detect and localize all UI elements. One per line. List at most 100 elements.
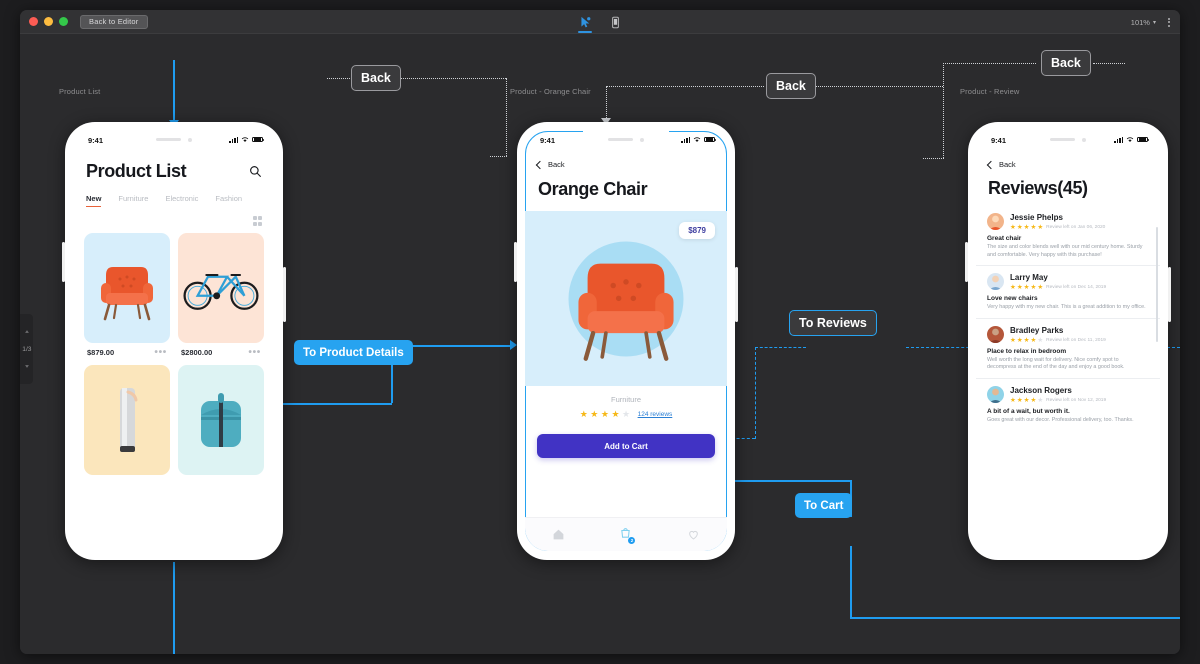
bottom-tab-bar[interactable]: 2 xyxy=(525,517,727,551)
page-up-icon[interactable] xyxy=(24,330,29,333)
back-dotted-3a xyxy=(943,63,944,158)
connector-label-to-reviews[interactable]: To Reviews xyxy=(789,310,877,336)
add-to-cart-button[interactable]: Add to Cart xyxy=(537,434,715,458)
kebab-menu-icon[interactable] xyxy=(1168,17,1170,27)
power-button xyxy=(283,267,286,322)
back-dotted-2b xyxy=(813,86,943,87)
phone-frame-product-detail[interactable]: 9:41 Back Orange Chair $879 Furniture ★ … xyxy=(514,122,738,560)
status-icons xyxy=(229,136,265,143)
reviews-link[interactable]: 124 reviews xyxy=(638,411,673,418)
tab-new[interactable]: New xyxy=(86,194,102,207)
review-title: A bit of a wait, but worth it. xyxy=(987,407,1070,415)
connector-label-back-3[interactable]: Back xyxy=(1041,50,1091,76)
zoom-level[interactable]: 101% xyxy=(1131,18,1150,27)
app-window: Back to Editor 101% ▾ 1/3 Product List P… xyxy=(20,10,1180,654)
product-card-4[interactable] xyxy=(178,364,264,475)
status-icons xyxy=(681,136,717,143)
back-dotted-1d xyxy=(490,156,507,157)
speaker-icon xyxy=(1050,137,1075,142)
tab-electronic[interactable]: Electronic xyxy=(165,194,198,207)
home-icon[interactable] xyxy=(552,528,565,541)
product-price: $879.00 xyxy=(87,347,115,357)
flow-line-cart-d xyxy=(850,617,1180,619)
star-icon: ★ xyxy=(611,409,620,419)
review-rating: ★ ★ ★ ★ ★ xyxy=(1010,284,1044,291)
category-tabs[interactable]: New Furniture Electronic Fashion xyxy=(73,182,275,207)
connector-label-to-details[interactable]: To Product Details xyxy=(294,340,413,365)
silver-thermos-icon xyxy=(120,387,138,452)
review-item[interactable]: Jessie Phelps ★ ★ ★ ★ ★ Review left on Jan 0… xyxy=(976,206,1160,266)
notch xyxy=(583,131,669,148)
product-menu-icon[interactable]: ••• xyxy=(154,347,167,357)
back-dotted-2c xyxy=(606,86,607,120)
connector-label-to-cart[interactable]: To Cart xyxy=(795,493,853,518)
review-item[interactable]: Larry May ★ ★ ★ ★ ★ Review left on Dec 14, 2… xyxy=(976,266,1160,319)
review-body: Goes great with our decor. Professional … xyxy=(987,416,1134,423)
status-icons xyxy=(1114,136,1150,143)
chevron-left-icon xyxy=(986,160,996,169)
chevron-left-icon xyxy=(535,160,545,169)
page-down-icon[interactable] xyxy=(24,365,29,368)
product-card-1[interactable]: $879.00 ••• xyxy=(84,232,170,357)
title-bar: Back to Editor 101% ▾ xyxy=(20,10,1180,34)
heart-icon[interactable] xyxy=(687,528,700,541)
screen-reviews[interactable]: 9:41 Back Reviews(45) Jessie Phelps ★ ★ … xyxy=(976,131,1160,551)
review-rating: ★ ★ ★ ★ ★ xyxy=(1010,336,1044,344)
signal-icon xyxy=(1114,136,1123,143)
back-to-editor-button[interactable]: Back to Editor xyxy=(80,14,148,29)
scrollbar[interactable] xyxy=(1156,227,1158,342)
back-dotted-3d xyxy=(923,158,944,159)
cursor-icon[interactable] xyxy=(577,14,593,33)
window-controls[interactable] xyxy=(20,17,68,26)
screen-product-list[interactable]: 9:41 Product List New Furniture Electron… xyxy=(73,131,275,551)
connector-label-back-1[interactable]: Back xyxy=(351,65,401,91)
product-category: Furniture xyxy=(610,395,641,404)
rating-row[interactable]: ★ ★ ★ ★ ★ 124 reviews xyxy=(525,404,727,419)
price-badge: $879 xyxy=(679,222,715,239)
grid-view-icon[interactable] xyxy=(252,216,262,226)
review-item[interactable]: Bradley Parks ★ ★ ★ ★ ★ Review left on Dec 1… xyxy=(976,319,1160,379)
product-card-2[interactable]: $2800.00 ••• xyxy=(178,232,264,357)
status-time: 9:41 xyxy=(991,136,1007,145)
review-body: Well worth the long wait for delivery. N… xyxy=(987,356,1125,371)
connector-label-back-2[interactable]: Back xyxy=(766,73,816,99)
tab-furniture[interactable]: Furniture xyxy=(118,194,148,207)
status-bar: 9:41 xyxy=(525,131,727,153)
battery-icon xyxy=(1137,136,1150,143)
page-title: Product List xyxy=(86,161,187,181)
tab-fashion[interactable]: Fashion xyxy=(215,194,242,207)
reviewer-name: Jackson Rogers xyxy=(1010,385,1072,395)
phone-frame-reviews[interactable]: 9:41 Back Reviews(45) Jessie Phelps ★ ★ … xyxy=(965,122,1171,560)
back-button[interactable]: Back xyxy=(525,153,727,169)
review-date: Review left on Jan 06, 2020 xyxy=(1046,225,1106,230)
prototype-canvas[interactable]: 1/3 Product List Product - Orange Chair … xyxy=(20,34,1180,654)
screen-product-detail[interactable]: 9:41 Back Orange Chair $879 Furniture ★ … xyxy=(525,131,727,551)
wifi-icon xyxy=(1126,137,1134,142)
review-title: Love new chairs xyxy=(987,295,1038,302)
signal-icon xyxy=(229,136,238,143)
device-icon[interactable] xyxy=(607,14,623,30)
back-dotted-3b xyxy=(943,63,1036,64)
product-card-3[interactable] xyxy=(84,364,170,475)
back-dotted-2a xyxy=(627,86,764,87)
speaker-icon xyxy=(156,137,181,142)
phone-frame-product-list[interactable]: 9:41 Product List New Furniture Electron… xyxy=(62,122,286,560)
search-icon[interactable] xyxy=(249,165,262,178)
battery-icon xyxy=(704,136,717,143)
toolbar-right: 101% ▾ xyxy=(1131,10,1170,34)
minimize-window-button[interactable] xyxy=(44,17,53,26)
close-window-button[interactable] xyxy=(29,17,38,26)
page-indicator[interactable]: 1/3 xyxy=(20,314,33,384)
screen-label-product-detail: Product - Orange Chair xyxy=(510,87,591,96)
product-menu-icon[interactable]: ••• xyxy=(248,347,261,357)
maximize-window-button[interactable] xyxy=(59,17,68,26)
bag-tab[interactable]: 2 xyxy=(619,526,636,544)
zoom-caret-icon[interactable]: ▾ xyxy=(1153,19,1156,26)
product-grid[interactable]: $879.00 ••• $2800.00 ••• xyxy=(73,232,275,475)
status-bar: 9:41 xyxy=(976,131,1160,153)
avatar xyxy=(987,273,1004,290)
back-button[interactable]: Back xyxy=(976,153,1160,169)
wifi-icon xyxy=(693,137,701,142)
review-item[interactable]: Jackson Rogers ★ ★ ★ ★ ★ Review left on Nov … xyxy=(976,379,1160,431)
signal-icon xyxy=(681,136,690,143)
